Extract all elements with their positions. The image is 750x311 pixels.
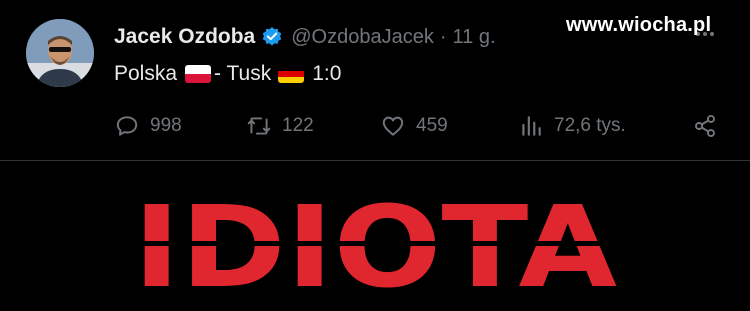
tweet[interactable]: Jacek Ozdoba @OzdobaJacek · 11 g. www.wi… [0,0,750,160]
reply-icon [116,116,138,136]
heart-icon [382,116,404,136]
repost-icon [247,117,271,135]
verified-badge-icon [261,26,283,48]
tweet-text: Polska - Tusk 1:0 [114,58,341,90]
repost-button[interactable]: 122 [246,108,314,144]
tweet-text-part: 1:0 [312,62,342,85]
reply-button[interactable]: 998 [114,108,182,144]
tweet-text-part: - Tusk [214,62,272,85]
action-bar: 998 122 459 72,6 tys. [114,108,734,144]
like-count: 459 [416,115,448,136]
separator-dot: · [439,25,447,48]
views-button[interactable]: 72,6 tys. [518,108,626,144]
share-icon [695,114,715,138]
image-stencil-text: IDIOTA [133,183,617,311]
attached-image[interactable]: IDIOTA [0,161,750,311]
like-button[interactable]: 459 [380,108,448,144]
tweet-header: Jacek Ozdoba @OzdobaJacek · 11 g. [114,22,496,52]
share-button[interactable] [692,108,728,144]
watermark: www.wiocha.pl [566,14,712,36]
avatar[interactable] [26,19,94,87]
author-handle[interactable]: @OzdobaJacek [291,26,434,49]
timestamp[interactable]: 11 g. [453,26,496,49]
views-chart-icon [522,116,541,136]
reply-count: 998 [150,115,182,136]
flag-poland-icon [185,65,212,83]
flag-germany-icon [278,65,305,83]
repost-count: 122 [282,115,314,136]
stencil-gaps [133,241,623,246]
tweet-text-part: Polska [114,62,178,85]
views-count: 72,6 tys. [554,115,626,136]
author-name[interactable]: Jacek Ozdoba [114,25,255,49]
